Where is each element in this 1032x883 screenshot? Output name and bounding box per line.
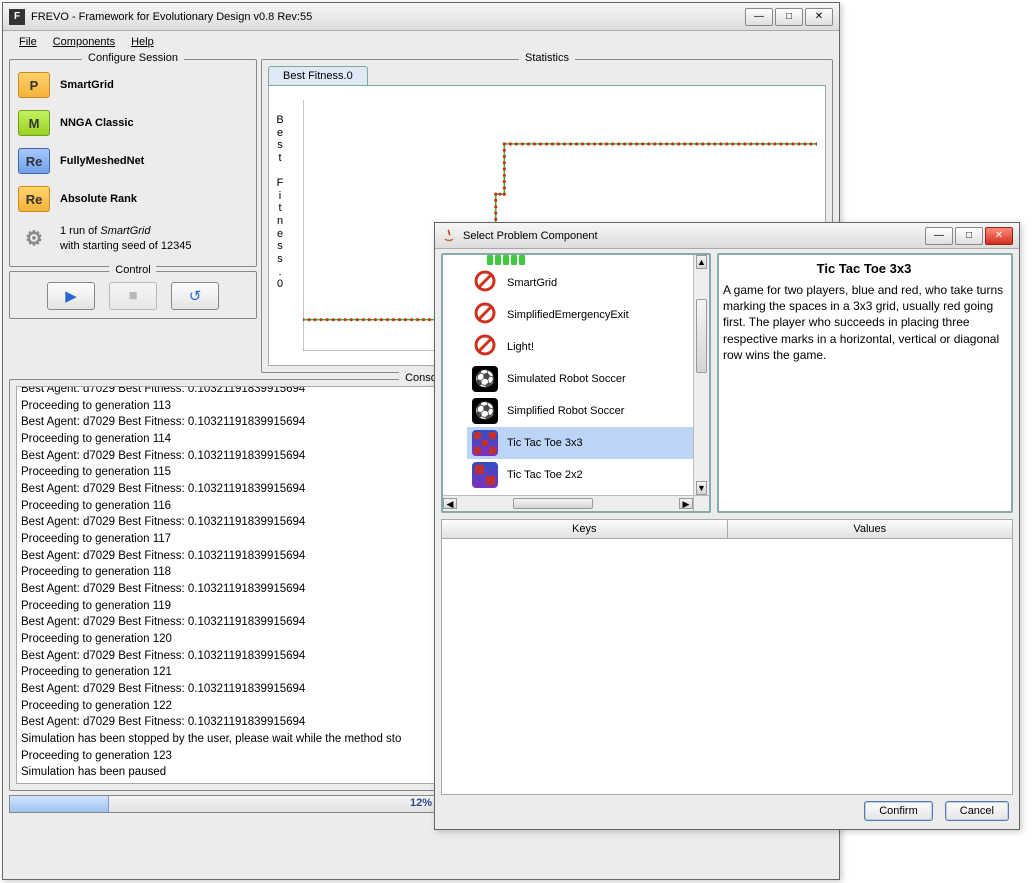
dialog-maximize-button[interactable]: □ — [955, 227, 983, 245]
description-title: Tic Tac Toe 3x3 — [723, 259, 1005, 282]
main-title: FREVO - Framework for Evolutionary Desig… — [31, 11, 745, 23]
tree-item[interactable]: ⚽ Simplified Robot Soccer — [467, 395, 693, 427]
folder-icon: M — [18, 110, 50, 136]
vertical-scrollbar[interactable]: ▲ ▼ — [693, 255, 709, 495]
config-item-nnga[interactable]: M NNGA Classic — [16, 104, 250, 142]
dialog-titlebar[interactable]: Select Problem Component — □ ✕ — [435, 223, 1019, 249]
folder-icon: Re — [18, 186, 50, 212]
scroll-up-icon[interactable]: ▲ — [696, 255, 707, 269]
tree-item[interactable]: ⚽ Simulated Robot Soccer — [467, 363, 693, 395]
menubar: File Components Help — [3, 31, 839, 53]
tree-item-label: SmartGrid — [507, 277, 557, 289]
control-legend: Control — [109, 264, 156, 276]
minimize-button[interactable]: — — [745, 8, 773, 26]
statistics-legend: Statistics — [519, 52, 575, 64]
problem-tree: SmartGrid SimplifiedEmergencyExit Light! ⚽ S… — [441, 253, 711, 513]
config-item-smartgrid[interactable]: P SmartGrid — [16, 66, 250, 104]
undo-button[interactable]: ↺ — [171, 282, 219, 310]
confirm-button[interactable]: Confirm — [864, 801, 933, 821]
soccer-icon: ⚽ — [472, 366, 498, 392]
scroll-thumb[interactable] — [696, 299, 707, 373]
dialog-minimize-button[interactable]: — — [925, 227, 953, 245]
scroll-hthumb[interactable] — [513, 498, 593, 509]
tree-item-label: Light! — [507, 341, 534, 353]
config-label: SmartGrid — [60, 79, 114, 91]
forbidden-icon — [473, 269, 497, 298]
maximize-button[interactable]: □ — [775, 8, 803, 26]
tree-item-label: Tic Tac Toe 3x3 — [507, 437, 583, 449]
tab-best-fitness[interactable]: Best Fitness.0 — [268, 66, 368, 85]
tree-item[interactable]: SmartGrid — [467, 267, 693, 299]
dialog-title: Select Problem Component — [463, 230, 925, 242]
tree-item[interactable]: Light! — [467, 331, 693, 363]
tree-item-label: Tic Tac Toe 2x2 — [507, 469, 583, 481]
control-panel: Control ▶ ■ ↺ — [9, 271, 257, 319]
stats-tabbar: Best Fitness.0 — [268, 66, 826, 86]
forbidden-icon — [473, 333, 497, 362]
menu-file[interactable]: File — [11, 34, 45, 50]
folder-icon: P — [18, 72, 50, 98]
dialog-close-button[interactable]: ✕ — [985, 227, 1013, 245]
select-problem-dialog: Select Problem Component — □ ✕ SmartGrid… — [434, 222, 1020, 830]
config-label: NNGA Classic — [60, 117, 134, 129]
config-item-fullymeshed[interactable]: Re FullyMeshedNet — [16, 142, 250, 180]
cancel-button[interactable]: Cancel — [945, 801, 1009, 821]
scroll-down-icon[interactable]: ▼ — [696, 481, 707, 495]
run-info-line2: with starting seed of 12345 — [60, 240, 191, 252]
horizontal-scrollbar[interactable]: ◀ ▶ — [443, 495, 693, 511]
scroll-corner — [693, 495, 709, 511]
scroll-left-icon[interactable]: ◀ — [443, 498, 457, 509]
menu-help[interactable]: Help — [123, 34, 162, 50]
config-run-info: ⚙ 1 run of SmartGrid with starting seed … — [16, 218, 250, 260]
config-label: FullyMeshedNet — [60, 155, 144, 167]
config-label: Absolute Rank — [60, 193, 137, 205]
tictactoe-icon — [472, 430, 498, 456]
tree-item-label: Simulated Robot Soccer — [507, 373, 626, 385]
configure-session-legend: Configure Session — [82, 52, 184, 64]
stop-button[interactable]: ■ — [109, 282, 157, 310]
menu-components[interactable]: Components — [45, 34, 123, 50]
chart-ylabel: BestFitness.0 — [275, 114, 285, 291]
tree-item[interactable]: Tic Tac Toe 3x3 — [467, 427, 693, 459]
configure-session-panel: Configure Session P SmartGrid M NNGA Cla… — [9, 59, 257, 267]
tree-item[interactable]: SimplifiedEmergencyExit — [467, 299, 693, 331]
run-info-line1: 1 run of SmartGrid — [60, 225, 150, 237]
tree-item-label: Simplified Robot Soccer — [507, 405, 624, 417]
scroll-right-icon[interactable]: ▶ — [679, 498, 693, 509]
parameter-table[interactable]: Keys Values — [441, 519, 1013, 795]
soccer-icon: ⚽ — [472, 398, 498, 424]
tree-item[interactable]: Tic Tac Toe 2x2 — [467, 459, 693, 491]
description-panel: Tic Tac Toe 3x3 A game for two players, … — [717, 253, 1013, 513]
tree-item-label: SimplifiedEmergencyExit — [507, 309, 629, 321]
col-values[interactable]: Values — [728, 520, 1013, 539]
folder-icon: Re — [18, 148, 50, 174]
col-keys[interactable]: Keys — [442, 520, 728, 539]
description-text: A game for two players, blue and red, wh… — [723, 282, 1005, 363]
app-icon: F — [9, 9, 25, 25]
forbidden-icon — [473, 301, 497, 330]
close-button[interactable]: ✕ — [805, 8, 833, 26]
tree-scroll[interactable]: SmartGrid SimplifiedEmergencyExit Light! ⚽ S… — [443, 255, 693, 495]
config-item-absoluterank[interactable]: Re Absolute Rank — [16, 180, 250, 218]
java-icon — [441, 228, 457, 244]
tictactoe2-icon — [472, 462, 498, 488]
main-titlebar[interactable]: F FREVO - Framework for Evolutionary Des… — [3, 3, 839, 31]
gear-icon: ⚙ — [18, 226, 50, 252]
play-button[interactable]: ▶ — [47, 282, 95, 310]
